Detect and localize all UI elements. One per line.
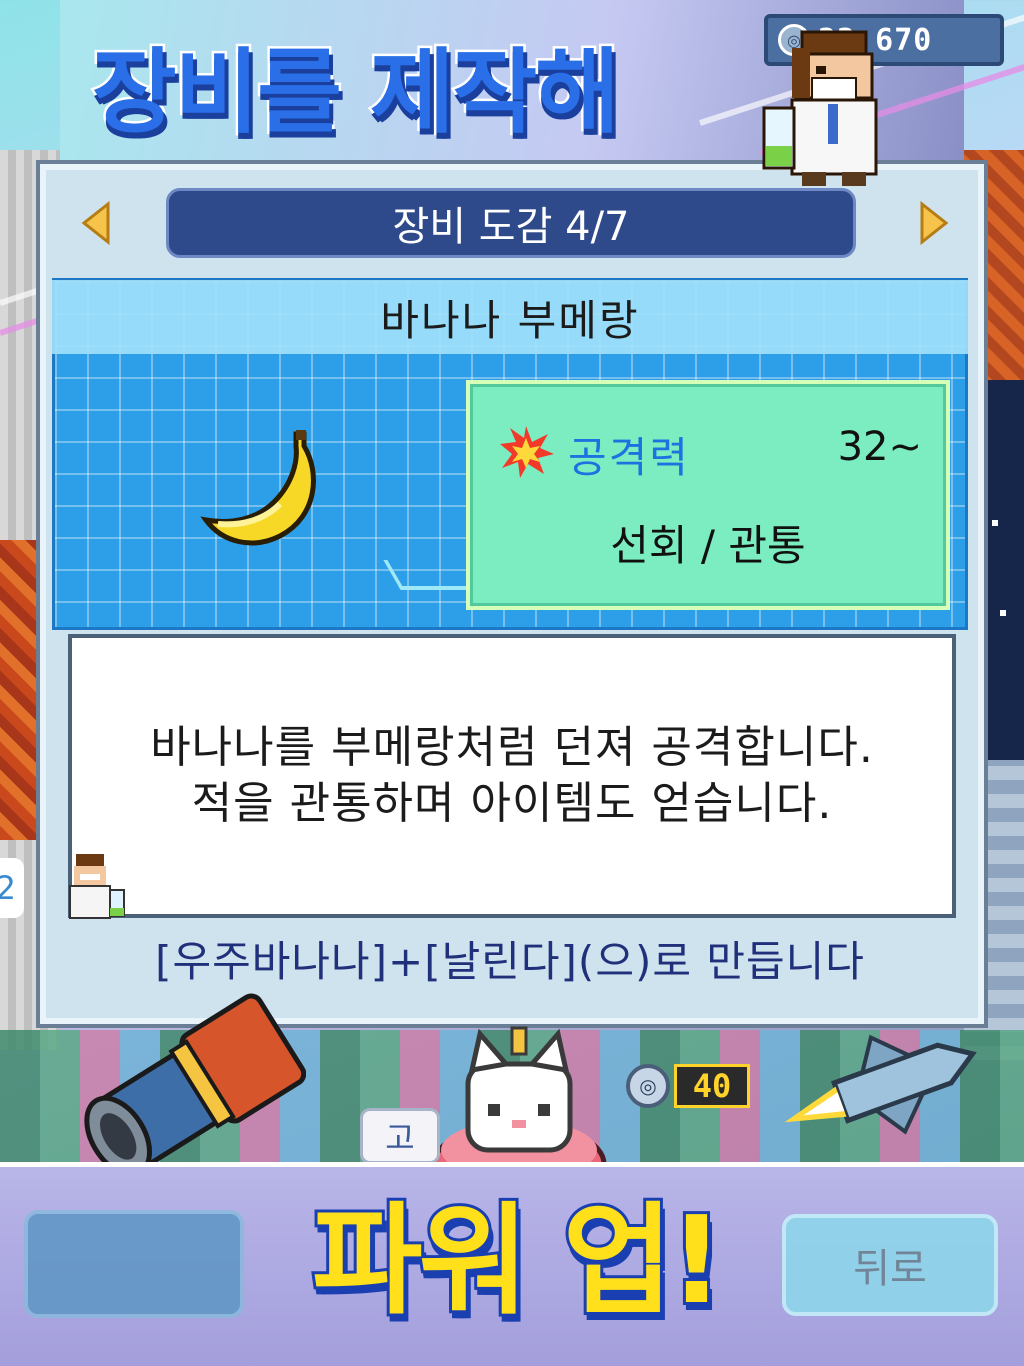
description-line: 바나나를 부메랑처럼 던져 공격합니다.	[150, 722, 874, 773]
promo-headline: 장비를 제작해	[90, 37, 623, 149]
item-description: 바나나를 부메랑처럼 던져 공격합니다. 적을 관통하며 아이템도 얻습니다.	[68, 634, 956, 918]
scientist-small-icon	[69, 854, 125, 919]
cannon-icon	[84, 993, 306, 1178]
description-line: 적을 관통하며 아이템도 얻습니다.	[191, 778, 833, 829]
scientist-icon	[762, 30, 878, 186]
encyclopedia-title: 장비 도감 4/7	[166, 188, 856, 258]
rocket-icon	[784, 1034, 977, 1135]
powerup-banner: 파워 업!	[309, 1189, 727, 1334]
crafting-recipe: [우주바나나]+[날린다](으)로 만듭니다	[155, 936, 865, 986]
background-sign-label: 고	[360, 1108, 440, 1164]
item-name: 바나나 부메랑	[52, 280, 968, 354]
stat-label: 공격력	[568, 433, 690, 482]
level-badge: 40	[674, 1064, 750, 1108]
banana-boomerang-icon	[200, 430, 316, 546]
next-page-button[interactable]	[916, 200, 952, 246]
stat-value: 32~	[837, 424, 922, 470]
explosion-icon	[500, 426, 554, 478]
arrow-right-icon	[920, 200, 949, 246]
coin-badge-icon: ◎	[626, 1064, 670, 1108]
stat-card: 공격력 32~ 선회 / 관통	[466, 380, 950, 610]
stat-traits: 선회 / 관통	[610, 521, 806, 570]
bottom-left-button[interactable]	[24, 1210, 244, 1318]
arrow-left-icon	[81, 200, 110, 246]
background-edge-label: 2	[0, 858, 24, 918]
back-button[interactable]: 뒤로	[782, 1214, 998, 1316]
prev-page-button[interactable]	[78, 200, 114, 246]
